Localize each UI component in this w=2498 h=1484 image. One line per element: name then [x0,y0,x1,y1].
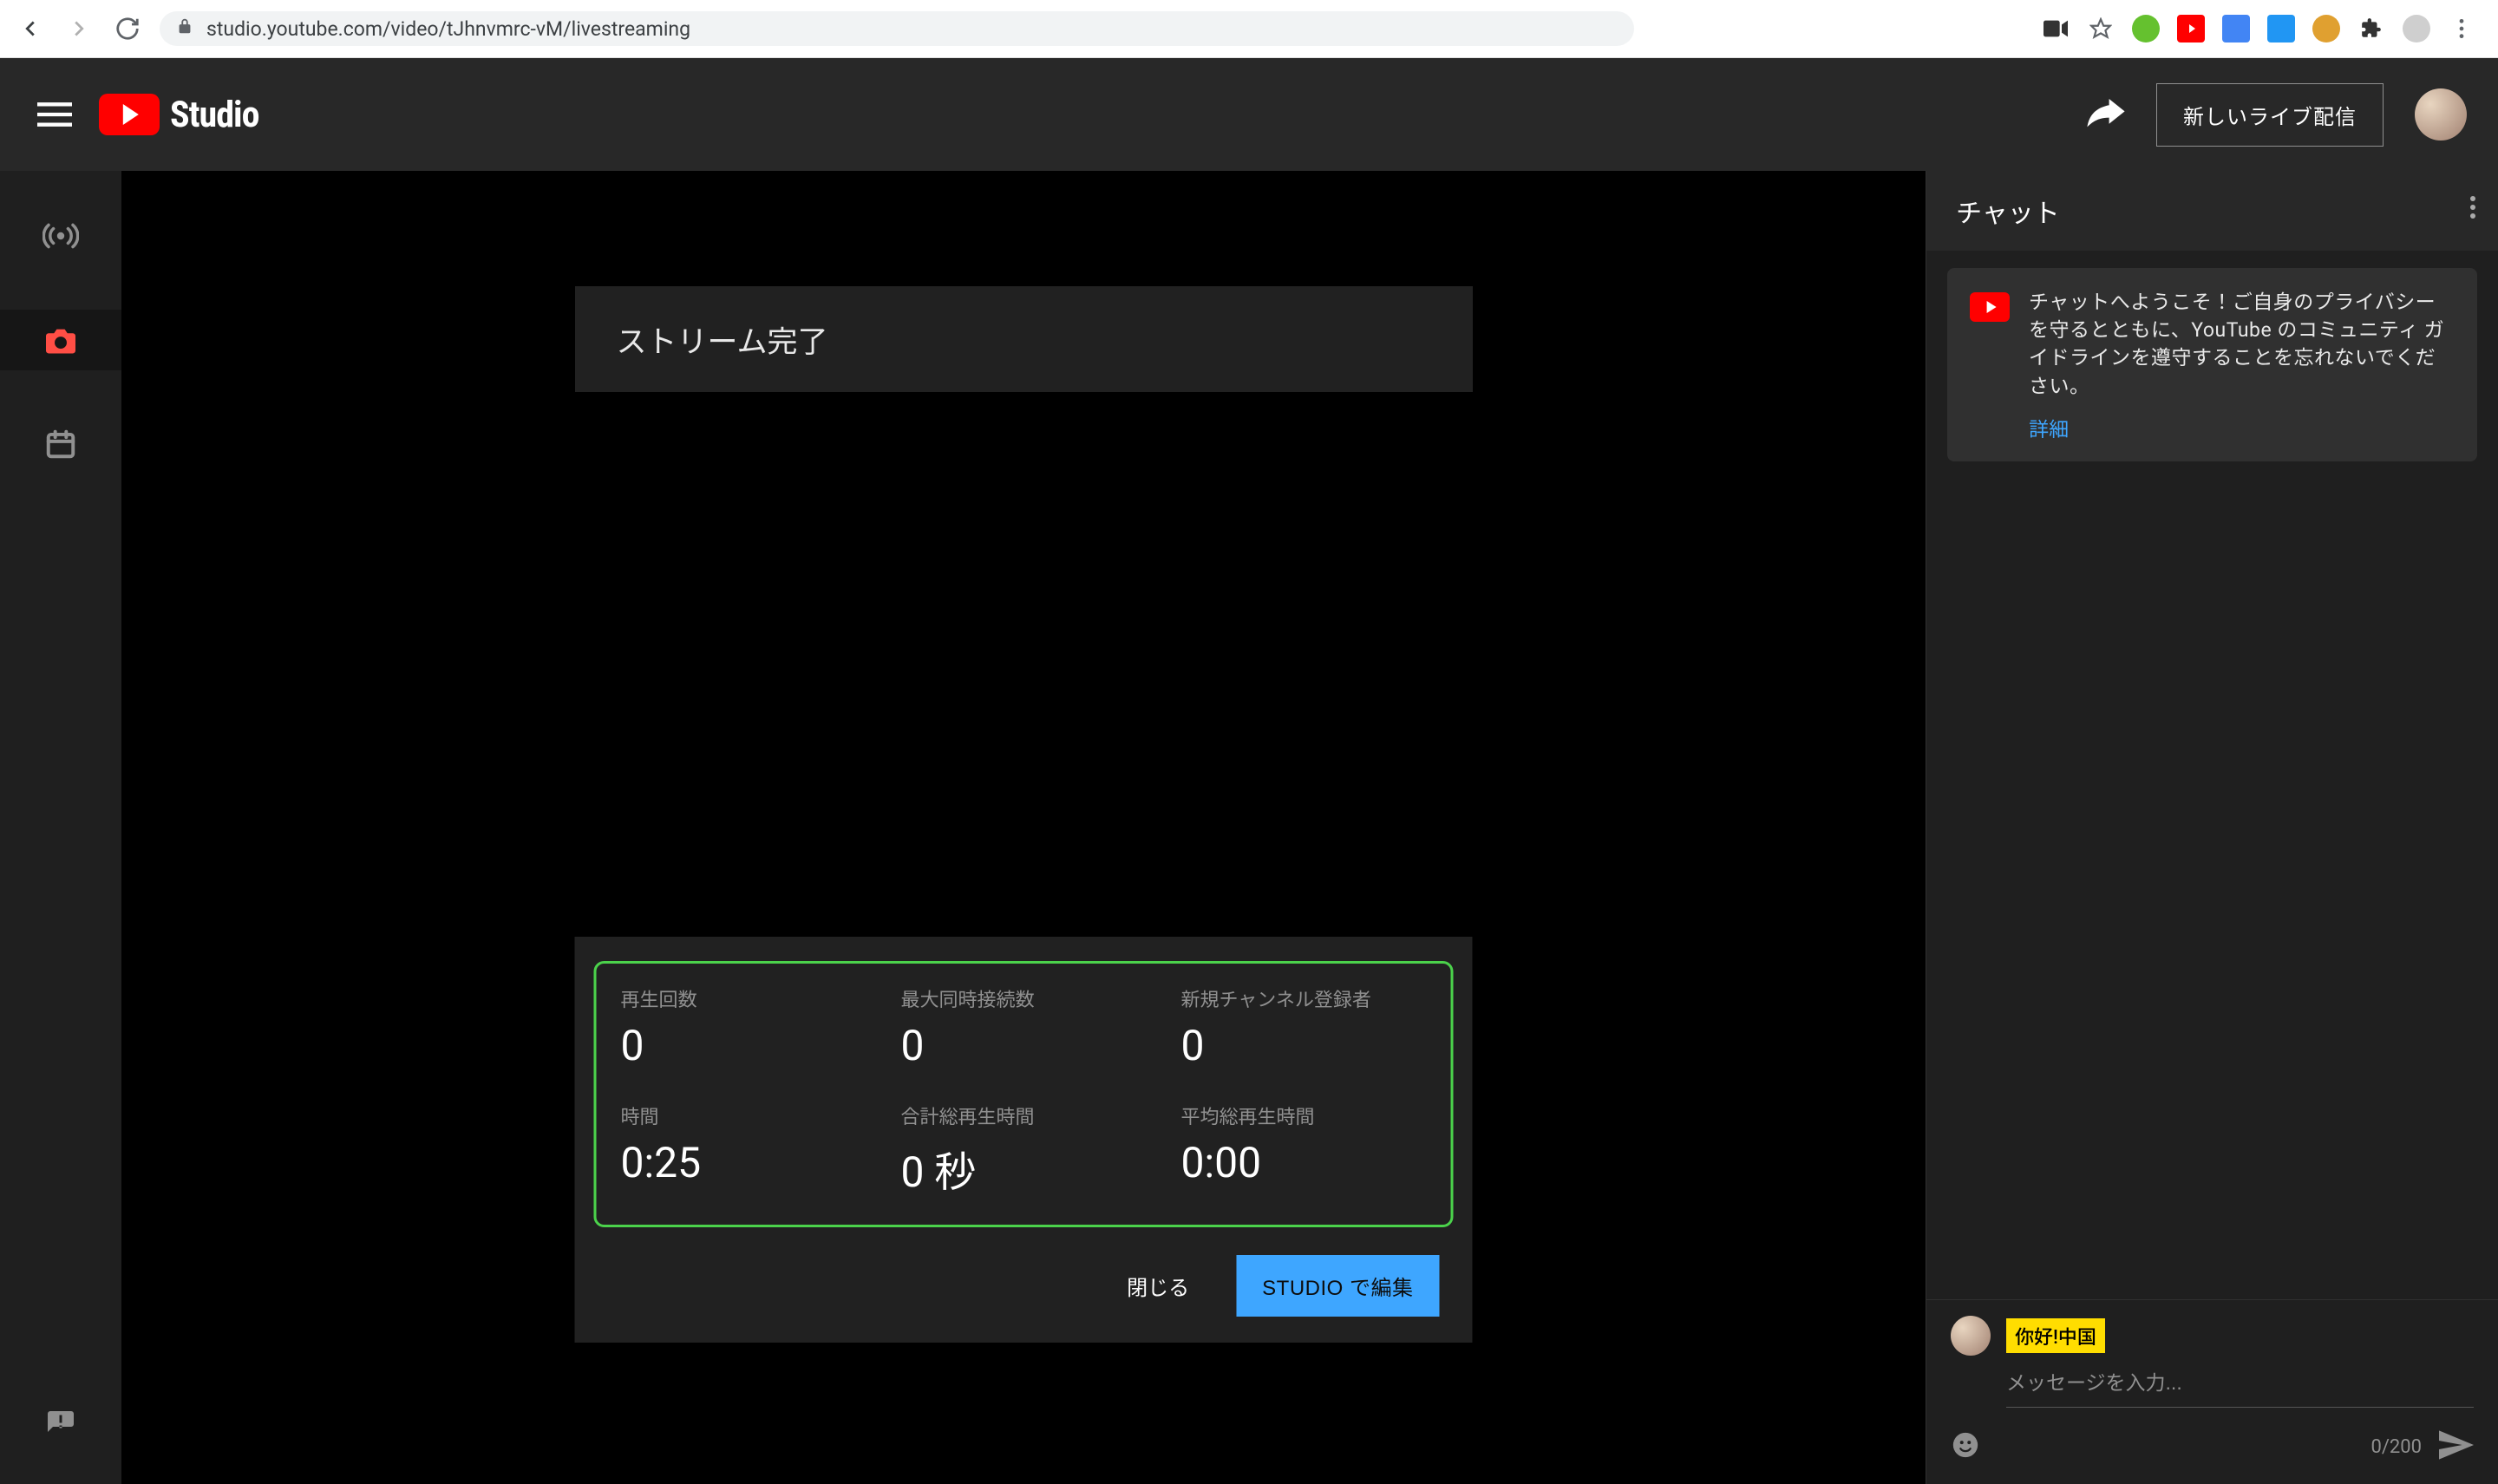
extension-blue-icon[interactable] [2267,15,2295,42]
edit-in-studio-button[interactable]: STUDIO で編集 [1236,1255,1439,1317]
youtube-play-icon [99,94,160,135]
new-live-stream-button[interactable]: 新しいライブ配信 [2156,83,2384,147]
studio-logo-text: Studio [170,94,259,136]
extension-green-icon[interactable] [2132,15,2160,42]
metric-avg-watch: 平均総再生時間 0:00 [1181,1102,1427,1199]
extension-youtube-icon[interactable] [2177,15,2205,42]
browser-forward-button[interactable] [64,14,94,43]
metric-label: 新規チャンネル登録者 [1181,984,1427,1012]
metrics-grid: 再生回数 0 最大同時接続数 0 新規チャンネル登録者 0 時間 0:25 合計… [594,961,1454,1227]
stream-complete-label: ストリーム完了 [617,317,828,362]
metric-value: 0 秒 [901,1138,1147,1199]
metric-value: 0 [901,1021,1147,1070]
share-button[interactable] [2087,95,2125,134]
metric-total-watch: 合計総再生時間 0 秒 [901,1102,1147,1199]
bookmark-star-icon[interactable] [2087,15,2115,42]
chat-header: チャット [1926,171,2498,251]
browser-chrome: studio.youtube.com/video/tJhnvmrc-vM/liv… [0,0,2498,58]
browser-extensions-row [2042,15,2482,42]
chat-more-options-icon[interactable] [2469,194,2477,227]
metric-value: 0:00 [1181,1138,1427,1187]
account-avatar[interactable] [2415,88,2467,141]
metric-duration: 時間 0:25 [621,1102,866,1199]
nav-webcam-icon[interactable] [0,310,121,370]
metric-views: 再生回数 0 [621,984,866,1070]
metric-label: 合計総再生時間 [901,1102,1147,1129]
metric-value: 0 [621,1021,866,1070]
close-button[interactable]: 閉じる [1115,1262,1201,1310]
chat-char-count: 0/200 [2370,1436,2422,1458]
metric-label: 再生回数 [621,984,866,1012]
youtube-studio-logo[interactable]: Studio [99,94,259,136]
metric-value: 0 [1181,1021,1427,1070]
chat-author-name-badge: 你好!中国 [2006,1318,2105,1353]
chat-title: チャット [1956,192,2060,230]
chat-welcome-notice: チャットへようこそ！ご自身のプライバシーを守るとともに、YouTube のコミュ… [1947,268,2477,461]
browser-back-button[interactable] [16,14,45,43]
chat-send-button[interactable] [2439,1430,2474,1463]
stream-content-area: ストリーム完了 再生回数 0 最大同時接続数 0 新規チャンネル登録者 0 時間 [121,171,1926,1484]
side-nav-rail [0,171,121,1484]
browser-url-text: studio.youtube.com/video/tJhnvmrc-vM/liv… [206,17,690,41]
stream-summary-card: 再生回数 0 最大同時接続数 0 新規チャンネル登録者 0 時間 0:25 合計… [575,937,1473,1343]
app-header: Studio 新しいライブ配信 [0,58,2498,171]
nav-manage-icon[interactable] [0,414,121,474]
browser-reload-button[interactable] [113,14,142,43]
browser-profile-avatar[interactable] [2403,15,2430,42]
browser-menu-icon[interactable] [2448,15,2475,42]
metric-peak-concurrent: 最大同時接続数 0 [901,984,1147,1070]
metric-new-subs: 新規チャンネル登録者 0 [1181,984,1427,1070]
browser-address-bar[interactable]: studio.youtube.com/video/tJhnvmrc-vM/liv… [160,11,1634,46]
youtube-icon [1970,292,2010,322]
metric-label: 平均総再生時間 [1181,1102,1427,1129]
extensions-puzzle-icon[interactable] [2357,15,2385,42]
chat-message-list: チャットへようこそ！ご自身のプライバシーを守るとともに、YouTube のコミュ… [1926,251,2498,1299]
metric-label: 時間 [621,1102,866,1129]
extension-translate-icon[interactable] [2222,15,2250,42]
nav-stream-icon[interactable] [0,206,121,266]
metric-value: 0:25 [621,1138,866,1187]
extension-gold-icon[interactable] [2312,15,2340,42]
lock-icon [175,16,194,41]
chat-notice-text: チャットへようこそ！ご自身のプライバシーを守るとともに、YouTube のコミュ… [2029,289,2455,401]
chat-input-area: 你好!中国 0/200 [1926,1299,2498,1484]
metric-label: 最大同時接続数 [901,984,1147,1012]
videocam-icon[interactable] [2042,15,2070,42]
stream-complete-banner: ストリーム完了 [575,286,1473,392]
emoji-picker-icon[interactable] [1951,1430,1980,1463]
chat-notice-details-link[interactable]: 詳細 [2029,413,2069,442]
chat-panel: チャット チャットへようこそ！ご自身のプライバシーを守るとともに、YouTube… [1926,171,2498,1484]
chat-message-input[interactable] [2006,1366,2474,1408]
nav-feedback-icon[interactable] [0,1394,121,1455]
menu-toggle-button[interactable] [33,93,76,136]
chat-author-avatar [1951,1316,1991,1356]
